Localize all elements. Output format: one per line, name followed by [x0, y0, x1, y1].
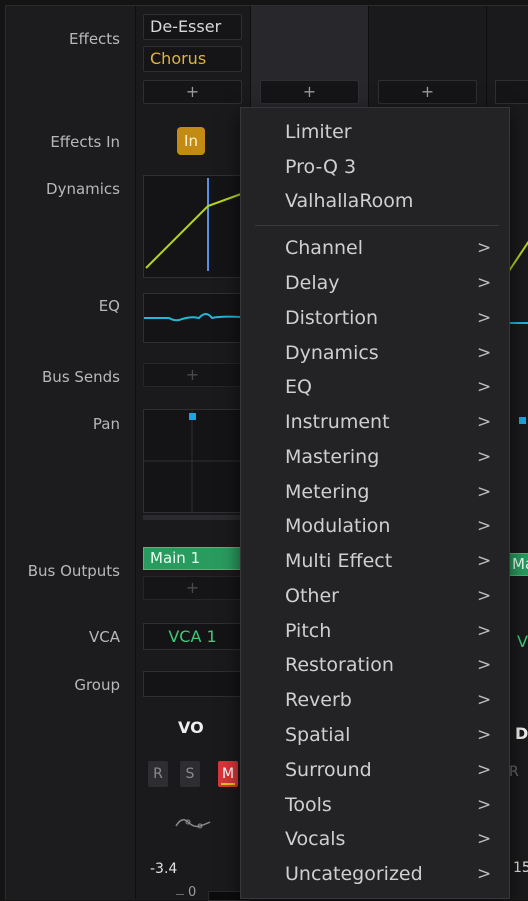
chevron-right-icon: >: [477, 829, 492, 849]
chevron-right-icon: >: [477, 238, 492, 258]
chevron-right-icon: >: [477, 516, 492, 536]
level-readout-partial: 15: [513, 860, 528, 876]
chevron-right-icon: >: [477, 412, 492, 432]
vca-partial[interactable]: V: [517, 632, 528, 651]
menu-item-spatial[interactable]: Spatial: [285, 724, 350, 746]
dynamics-graph[interactable]: [143, 175, 242, 278]
menu-item-vocals[interactable]: Vocals: [285, 828, 345, 850]
menu-item-metering[interactable]: Metering: [285, 481, 369, 503]
row-labels-column: Effects Effects In Dynamics EQ Bus Sends…: [6, 6, 134, 899]
automation-icon[interactable]: [174, 812, 214, 836]
menu-item-delay[interactable]: Delay: [285, 272, 340, 294]
menu-item-modulation[interactable]: Modulation: [285, 515, 390, 537]
effect-slot-chorus[interactable]: Chorus: [143, 46, 242, 72]
group-assign[interactable]: [143, 671, 242, 697]
menu-item-tools[interactable]: Tools: [285, 794, 332, 816]
label-group: Group: [74, 676, 120, 694]
add-effect-button-2[interactable]: +: [260, 80, 359, 104]
bus-output-partial[interactable]: Ma: [509, 553, 528, 576]
track-name[interactable]: VO: [178, 718, 204, 737]
chevron-right-icon: >: [477, 725, 492, 745]
chevron-right-icon: >: [477, 864, 492, 884]
meter-zero-label: 0: [188, 885, 197, 900]
pan-dot-partial: [519, 417, 526, 424]
chevron-right-icon: >: [477, 690, 492, 710]
menu-item-surround[interactable]: Surround: [285, 759, 372, 781]
chevron-right-icon: >: [477, 308, 492, 328]
chevron-right-icon: >: [477, 795, 492, 815]
chevron-right-icon: >: [477, 377, 492, 397]
menu-item-dynamics[interactable]: Dynamics: [285, 342, 379, 364]
chevron-right-icon: >: [477, 273, 492, 293]
menu-item-pro-q-3[interactable]: Pro-Q 3: [285, 156, 356, 178]
chevron-right-icon: >: [477, 586, 492, 606]
label-vca: VCA: [89, 628, 120, 646]
meter-tick: [176, 894, 184, 895]
eq-graph[interactable]: [143, 293, 242, 343]
label-dynamics: Dynamics: [46, 180, 120, 198]
record-arm-button[interactable]: R: [148, 761, 168, 787]
menu-item-channel[interactable]: Channel: [285, 237, 363, 259]
chevron-right-icon: >: [477, 760, 492, 780]
chevron-right-icon: >: [477, 343, 492, 363]
vca-assign[interactable]: VCA 1: [143, 623, 242, 650]
chevron-right-icon: >: [477, 621, 492, 641]
menu-item-eq[interactable]: EQ: [285, 376, 312, 398]
menu-item-valhallaroom[interactable]: ValhallaRoom: [285, 190, 413, 212]
menu-item-other[interactable]: Other: [285, 585, 339, 607]
menu-separator: [255, 225, 499, 226]
record-arm-partial[interactable]: R: [509, 764, 519, 780]
pan-control[interactable]: [143, 409, 242, 513]
dynamics-curve: [145, 178, 242, 271]
menu-item-instrument[interactable]: Instrument: [285, 411, 390, 433]
label-effects-in: Effects In: [50, 133, 120, 151]
track-name-partial[interactable]: Dru: [515, 724, 528, 743]
eq-curve: [144, 313, 242, 322]
menu-item-multi-effect[interactable]: Multi Effect: [285, 550, 392, 572]
chevron-right-icon: >: [477, 482, 492, 502]
menu-item-reverb[interactable]: Reverb: [285, 689, 352, 711]
add-effect-button[interactable]: +: [143, 80, 242, 104]
effect-slot-de-esser[interactable]: De-Esser: [143, 14, 242, 40]
solo-button[interactable]: S: [180, 761, 200, 787]
menu-item-restoration[interactable]: Restoration: [285, 654, 394, 676]
bus-output-main-1[interactable]: Main 1: [143, 547, 242, 570]
label-eq: EQ: [98, 297, 120, 315]
add-effect-button-3[interactable]: +: [378, 80, 477, 104]
level-readout: -3.4: [150, 861, 178, 877]
label-bus-sends: Bus Sends: [42, 368, 120, 386]
menu-item-uncategorized[interactable]: Uncategorized: [285, 863, 423, 885]
add-bus-output-button[interactable]: +: [143, 576, 242, 600]
chevron-right-icon: >: [477, 551, 492, 571]
chevron-right-icon: >: [477, 447, 492, 467]
label-effects: Effects: [69, 30, 120, 48]
label-bus-outputs: Bus Outputs: [27, 562, 120, 580]
menu-item-pitch[interactable]: Pitch: [285, 620, 331, 642]
dynamics-graph-partial: [509, 240, 528, 272]
pan-divider: [143, 515, 242, 520]
chevron-right-icon: >: [477, 655, 492, 675]
mute-button[interactable]: M: [218, 761, 238, 787]
effects-in-button[interactable]: In: [177, 127, 205, 155]
menu-item-mastering[interactable]: Mastering: [285, 446, 379, 468]
label-pan: Pan: [92, 415, 120, 433]
add-effect-button-4[interactable]: [495, 80, 528, 104]
menu-item-distortion[interactable]: Distortion: [285, 307, 378, 329]
eq-curve-partial: [509, 322, 528, 324]
add-effect-menu: Limiter Pro-Q 3 ValhallaRoom Channel > D…: [240, 107, 510, 899]
menu-item-limiter[interactable]: Limiter: [285, 121, 352, 143]
pan-grid: [144, 410, 241, 512]
add-bus-send-button[interactable]: +: [143, 363, 242, 387]
